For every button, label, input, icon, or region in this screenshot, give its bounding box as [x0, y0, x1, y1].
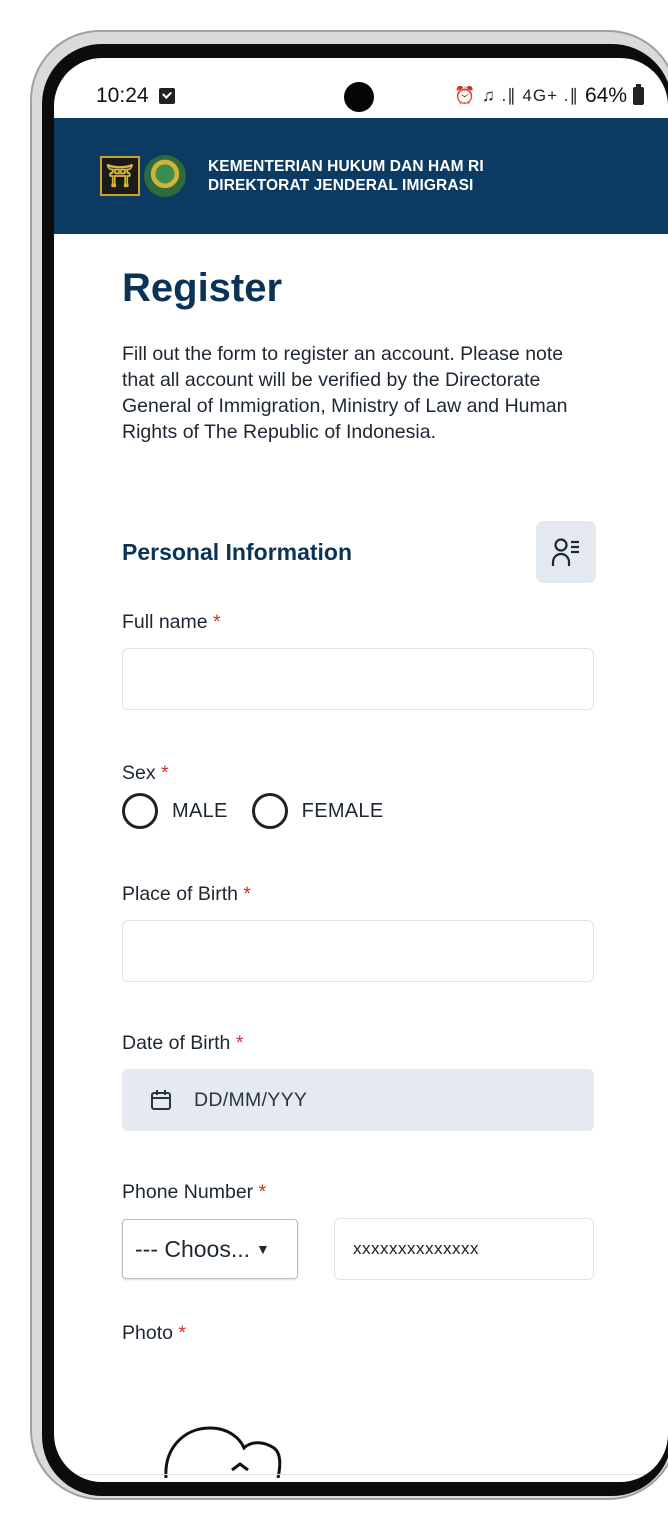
battery-percent: 64% [584, 84, 627, 107]
place-of-birth-label: Place of Birth * [122, 883, 600, 906]
date-of-birth-label-text: Date of Birth [122, 1032, 231, 1054]
phone-number-label: Phone Number * [122, 1181, 600, 1204]
required-mark: * [178, 1322, 186, 1344]
status-right: ⏰ ♫ .∥ 4G+ .∥ 64% [454, 84, 644, 108]
header-line-1: KEMENTERIAN HUKUM DAN HAM RI [208, 158, 484, 175]
bottom-divider [54, 1474, 668, 1475]
immigration-emblem-icon [144, 155, 186, 197]
section-header: Personal Information [122, 521, 600, 583]
phone-screen: 10:24 ⏰ ♫ .∥ 4G+ .∥ 64% ⛩ KEMENTERIAN HU… [54, 58, 668, 1482]
phone-number-label-text: Phone Number [122, 1181, 254, 1203]
male-radio[interactable] [122, 793, 158, 829]
register-form: Register Fill out the form to register a… [122, 234, 600, 1345]
photo-label: Photo * [122, 1322, 600, 1345]
sex-radio-group: MALE FEMALE [122, 793, 600, 829]
date-of-birth-placeholder: DD/MM/YYY [194, 1088, 308, 1111]
user-list-icon-glyph [551, 538, 579, 566]
date-of-birth-label: Date of Birth * [122, 1032, 600, 1055]
female-radio-label[interactable]: FEMALE [302, 800, 384, 823]
app-header: ⛩ KEMENTERIAN HUKUM DAN HAM RI DIREKTORA… [54, 118, 668, 234]
status-left: 10:24 [96, 84, 175, 108]
sex-label: Sex * [122, 762, 600, 785]
status-icons: ⏰ ♫ .∥ 4G+ .∥ [454, 86, 579, 105]
ministry-logo-icon: ⛩ [100, 156, 140, 196]
required-mark: * [213, 611, 221, 633]
country-code-selected: --- Choos... [135, 1235, 251, 1262]
place-of-birth-input[interactable] [122, 920, 594, 982]
required-mark: * [258, 1181, 267, 1203]
required-mark: * [243, 883, 251, 905]
country-code-select[interactable]: --- Choos... ▼ [122, 1219, 298, 1279]
date-of-birth-input[interactable]: DD/MM/YYY [122, 1069, 594, 1131]
full-name-input[interactable] [122, 648, 594, 710]
user-list-icon [536, 521, 596, 583]
header-line-2: DIREKTORAT JENDERAL IMIGRASI [208, 177, 474, 194]
full-name-label-text: Full name [122, 611, 208, 633]
required-mark: * [161, 762, 169, 784]
section-title: Personal Information [122, 538, 353, 565]
message-notification-icon [158, 88, 175, 104]
phone-number-row: --- Choos... ▼ [122, 1218, 600, 1280]
full-name-label: Full name * [122, 611, 600, 634]
required-mark: * [235, 1032, 244, 1054]
page-title: Register [122, 266, 283, 310]
calendar-icon [151, 1090, 171, 1110]
header-title: KEMENTERIAN HUKUM DAN HAM RI DIREKTORAT … [208, 157, 484, 195]
camera-hole [344, 82, 374, 112]
male-radio-label[interactable]: MALE [172, 800, 228, 823]
battery-icon [633, 84, 644, 105]
place-of-birth-label-text: Place of Birth [122, 883, 238, 905]
cloud-upload-icon[interactable] [162, 1418, 292, 1478]
photo-label-text: Photo [122, 1322, 173, 1344]
sex-label-text: Sex [122, 762, 156, 784]
status-time: 10:24 [96, 84, 149, 107]
phone-number-input[interactable] [334, 1218, 594, 1280]
female-radio[interactable] [251, 793, 288, 829]
caret-down-icon: ▼ [256, 1241, 270, 1257]
intro-text: Fill out the form to register an account… [122, 343, 568, 443]
